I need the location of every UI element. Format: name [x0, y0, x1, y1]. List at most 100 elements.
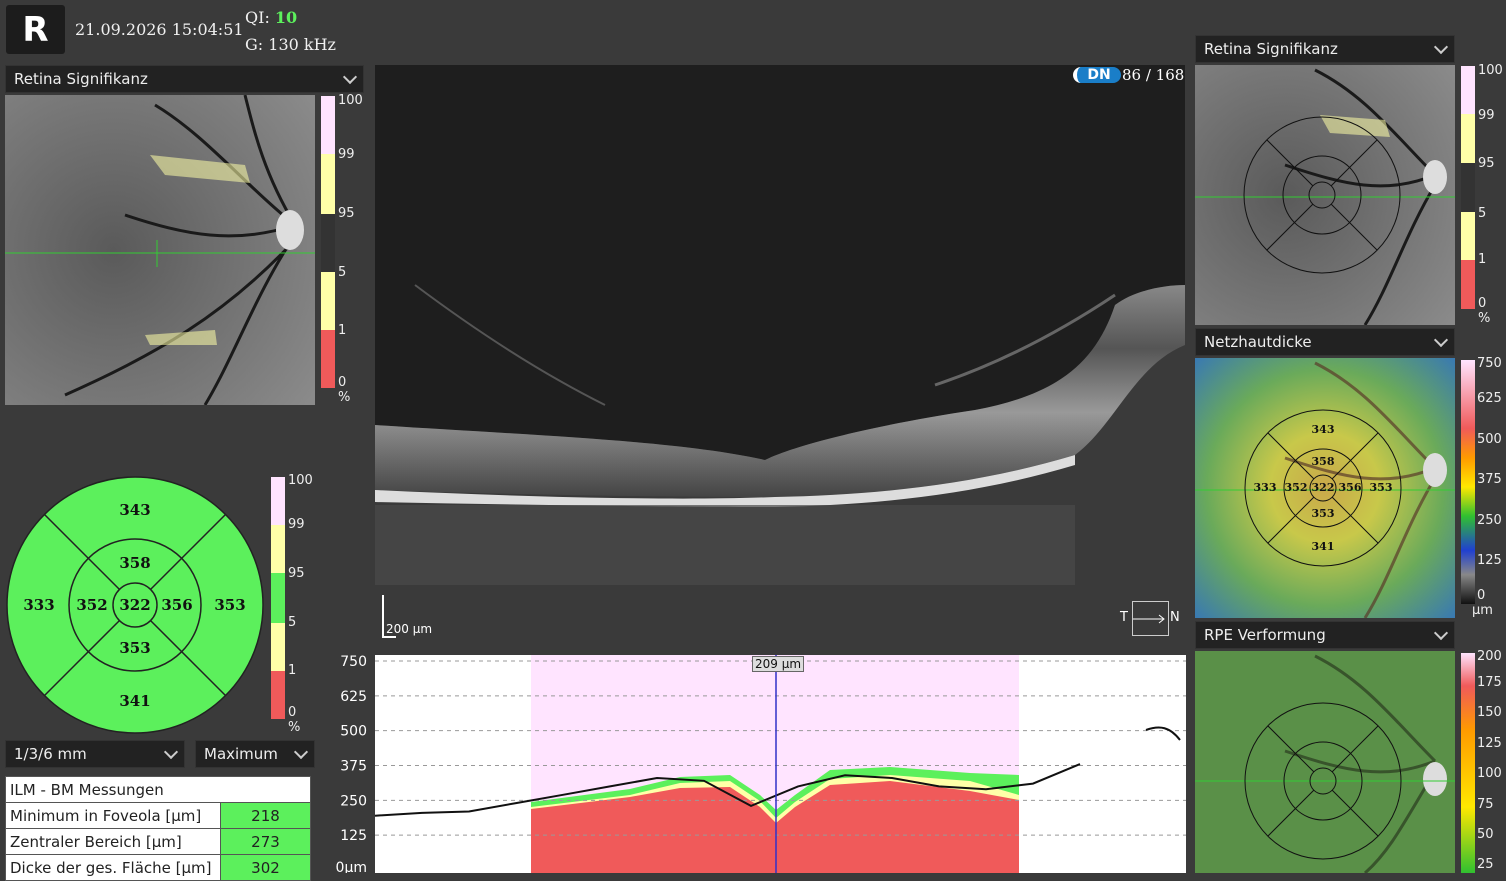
scale-tick: 200	[1477, 649, 1502, 664]
thickness-map[interactable]: 343 333 353 341 358 352 356 353 322	[1195, 358, 1455, 618]
scale-tick: 1	[1478, 252, 1487, 267]
rpe-map[interactable]	[1195, 651, 1455, 873]
left-map-dropdown-label: Retina Signifikanz	[14, 70, 148, 88]
sig-scale-left	[321, 96, 335, 388]
scale-unit: %	[288, 720, 301, 735]
etdrs-outer-left: 333	[23, 596, 54, 614]
scale-tick: 0	[1477, 588, 1486, 603]
scale-tick: 0	[338, 375, 347, 390]
scale-tick: 75	[1477, 797, 1494, 812]
dn-badge: DN	[1073, 67, 1121, 83]
scale-unit: %	[1478, 311, 1491, 326]
row-label: Dicke der ges. Fläche [µm]	[5, 854, 221, 881]
scale-tick: 5	[338, 265, 347, 280]
etdrs-inner-right: 356	[161, 596, 192, 614]
thick-outer-top: 343	[1312, 423, 1335, 436]
scale-tick: 250	[1477, 513, 1502, 528]
fundus-image-left[interactable]	[5, 95, 315, 405]
quality-index: QI: 10	[245, 8, 297, 27]
thick-center: 322	[1312, 481, 1335, 494]
fundus-image-right1[interactable]	[1195, 65, 1455, 325]
eye-badge: R	[6, 5, 65, 54]
etdrs-inner-top: 358	[119, 554, 150, 572]
row-label: Zentraler Bereich [µm]	[5, 828, 221, 855]
panel1-label: Retina Signifikanz	[1204, 40, 1338, 58]
scale-tick: 5	[1478, 206, 1487, 221]
scale-tick: 99	[338, 147, 355, 162]
scale-tick: 25	[1477, 857, 1494, 872]
chevron-down-icon	[293, 744, 309, 759]
oct-bscan[interactable]: DN 86 / 168 200 µm T N	[375, 65, 1185, 645]
etdrs-outer-right: 353	[214, 596, 245, 614]
scale-unit: %	[338, 390, 351, 405]
table-row: Zentraler Bereich [µm] 273	[5, 828, 311, 855]
scale-tick: 1	[338, 323, 347, 338]
scalebar-vertical	[382, 595, 384, 637]
orientation-box	[1132, 601, 1169, 636]
panel2-label: Netzhautdicke	[1204, 333, 1312, 351]
left-map-dropdown[interactable]: Retina Signifikanz	[5, 65, 364, 93]
scale-tick: 175	[1477, 675, 1502, 690]
orient-t: T	[1120, 610, 1128, 625]
scale-tick: 100	[1477, 766, 1502, 781]
mode-label: Maximum	[204, 745, 278, 763]
qi-label: QI:	[245, 8, 270, 27]
thickness-profile[interactable]: 0µm 125 250 375 500 625 750 209 µm	[330, 654, 1186, 876]
profile-svg: 0µm 125 250 375 500 625 750	[336, 654, 1186, 876]
marker-label: 209 µm	[752, 656, 805, 672]
panel3-label: RPE Verformung	[1204, 626, 1326, 644]
scale-tick: 625	[1477, 391, 1502, 406]
right-panel1-dropdown[interactable]: Retina Signifikanz	[1195, 35, 1455, 63]
thick-inner-top: 358	[1312, 455, 1335, 468]
y-tick-label: 750	[340, 655, 367, 670]
y-tick-label: 625	[340, 689, 367, 705]
scale-tick: 125	[1477, 736, 1502, 751]
etdrs-inner-left: 352	[76, 596, 107, 614]
scale-tick: 95	[338, 206, 355, 221]
scale-tick: 99	[288, 517, 305, 532]
optic-disc	[276, 210, 304, 250]
thick-outer-bottom: 341	[1312, 540, 1335, 553]
etdrs-inner-bottom: 353	[119, 639, 150, 657]
fundus-svg-left	[5, 95, 315, 405]
scale-unit: µm	[1472, 603, 1493, 618]
row-value: 218	[220, 802, 311, 829]
scalebar-horizontal	[382, 636, 396, 638]
etdrs-center: 322	[119, 596, 150, 614]
thick-outer-left: 333	[1254, 481, 1277, 494]
sig-scale-right	[1461, 66, 1475, 309]
right-panel2-dropdown[interactable]: Netzhautdicke	[1195, 328, 1455, 356]
qi-value: 10	[274, 8, 298, 27]
scale-tick: 0	[288, 705, 297, 720]
scale-tick: 95	[1478, 156, 1495, 171]
scale-tick: 99	[1478, 108, 1495, 123]
scalebar-label: 200 µm	[386, 622, 433, 636]
row-value: 302	[220, 854, 311, 881]
sig-scale-etdrs	[271, 477, 285, 719]
etdrs-grid[interactable]: 343 333 353 341 358 352 356 353 322	[5, 475, 267, 737]
gain-label: G: 130 kHz	[245, 35, 336, 54]
mode-dropdown[interactable]: Maximum	[195, 740, 315, 768]
thick-inner-left: 352	[1285, 481, 1308, 494]
chevron-down-icon	[1433, 39, 1449, 54]
scale-tick: 375	[1477, 472, 1502, 487]
scale-tick: 100	[338, 93, 363, 108]
etdrs-outer-bottom: 341	[119, 692, 150, 710]
grid-size-dropdown[interactable]: 1/3/6 mm	[5, 740, 185, 768]
thick-outer-right: 353	[1370, 481, 1393, 494]
fundus-svg-r1	[1195, 65, 1455, 325]
y-tick-label: 375	[340, 759, 367, 775]
y-tick-label: 250	[340, 793, 367, 809]
y-tick-label: 500	[340, 724, 367, 740]
scale-tick: 50	[1477, 827, 1494, 842]
y-tick-label: 0µm	[336, 860, 367, 873]
exam-datetime: 21.09.2026 15:04:51	[75, 20, 244, 39]
bscan-svg	[375, 284, 1185, 645]
table-row: Minimum in Foveola [µm] 218	[5, 802, 311, 829]
scale-tick: 100	[288, 473, 313, 488]
chevron-down-icon	[163, 744, 179, 759]
etdrs-outer-top: 343	[119, 501, 150, 519]
rpe-svg	[1195, 651, 1455, 873]
scale-tick: 150	[1477, 705, 1502, 720]
right-panel3-dropdown[interactable]: RPE Verformung	[1195, 621, 1455, 649]
